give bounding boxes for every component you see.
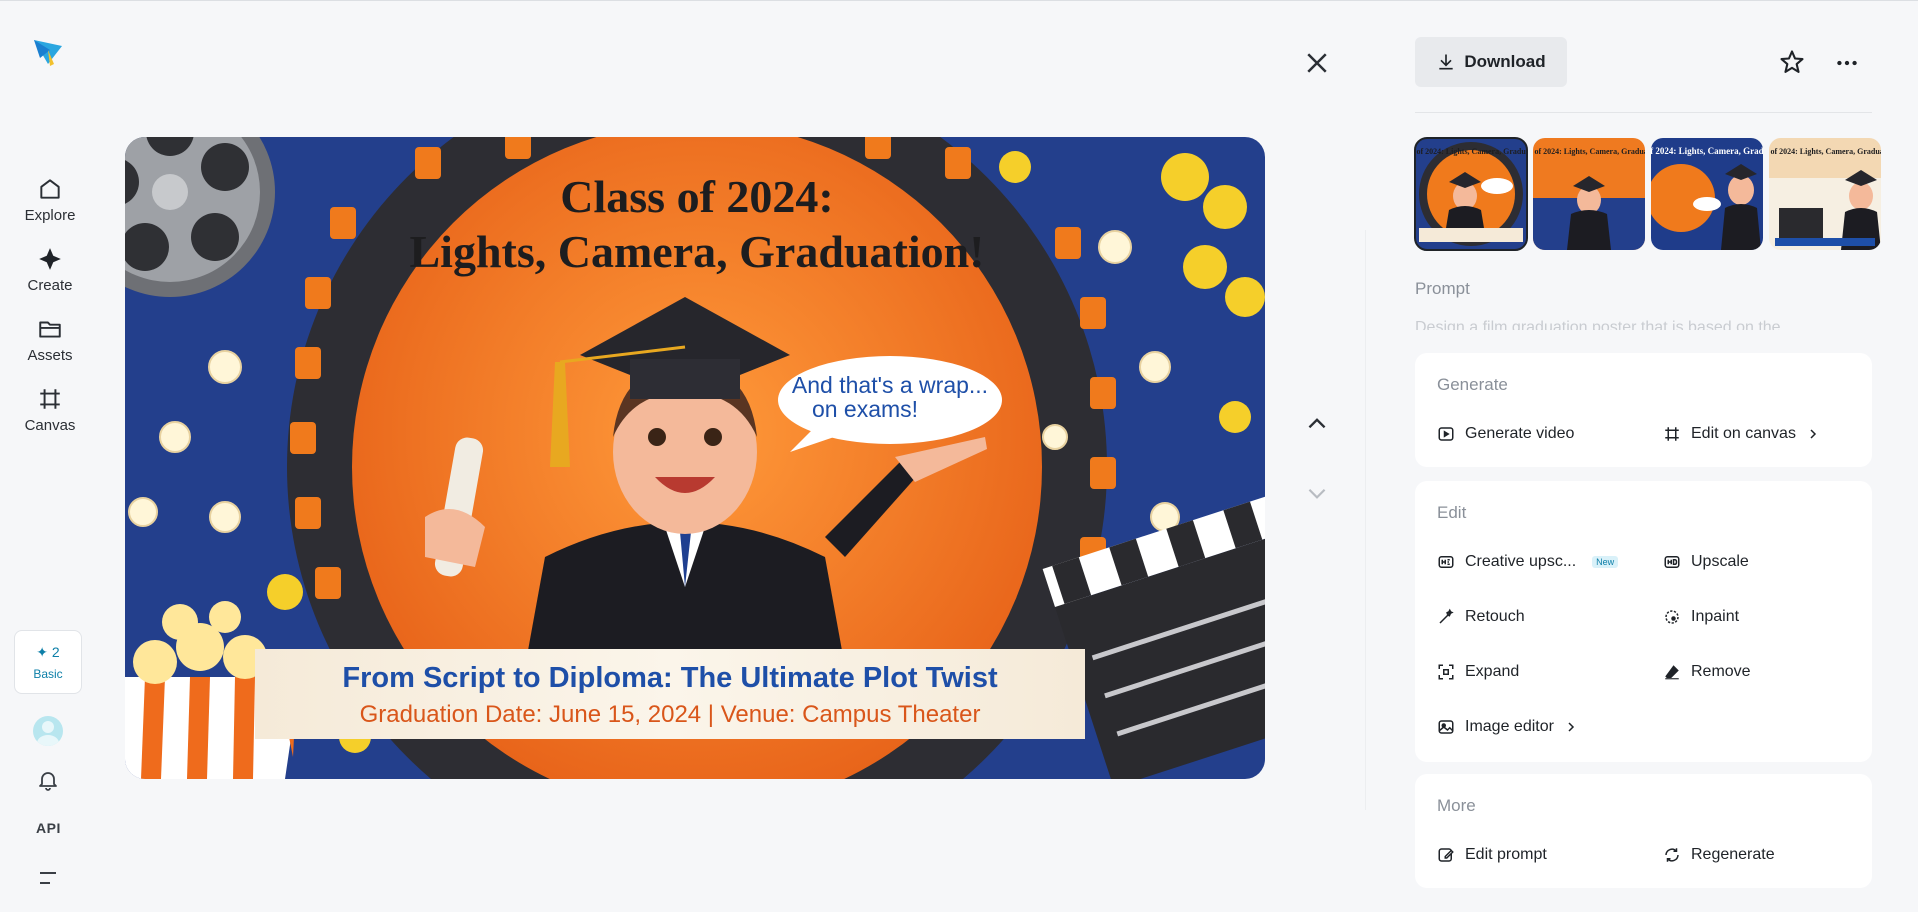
thumbnail-title: Class of 2024: Lights, Camera, Graduatio…: [1533, 147, 1645, 156]
next-image-chevron-down-icon[interactable]: [1304, 480, 1330, 506]
banner-line-1: From Script to Diploma: The Ultimate Plo…: [342, 662, 998, 694]
poster-image: And that's a wrap... on exams! Class of …: [125, 137, 1265, 779]
sidebar-item-label: Explore: [24, 207, 76, 224]
generate-title: Generate: [1437, 375, 1508, 394]
sparkle-small-icon: ✦: [36, 643, 49, 660]
thumbnail-title: Class of 2024: Lights, Camera, Graduatio…: [1651, 146, 1763, 156]
chevron-right-icon: [1810, 429, 1817, 439]
edit-prompt-button[interactable]: Edit prompt: [1437, 846, 1547, 864]
retouch-label: Retouch: [1465, 608, 1525, 625]
expand-label: Expand: [1465, 663, 1520, 680]
retouch-button[interactable]: Retouch: [1437, 608, 1525, 626]
sidebar-item-label: Canvas: [24, 417, 76, 434]
more-title: More: [1437, 796, 1476, 815]
hd-icon: [1664, 556, 1680, 568]
sidebar-item-create[interactable]: Create: [10, 246, 90, 306]
thumbnail-image: Class of 2024: Lights, Camera, Graduatio…: [1415, 138, 1527, 250]
remove-button[interactable]: Remove: [1663, 663, 1751, 681]
creative-upscale-button[interactable]: Creative upsc... New: [1437, 553, 1619, 571]
upscale-button[interactable]: Upscale: [1663, 553, 1749, 571]
canvas-icon: [1665, 427, 1679, 441]
sidebar-item-label: Create: [27, 277, 73, 294]
prompt-label: Prompt: [1415, 279, 1470, 298]
upscale-label: Upscale: [1691, 553, 1749, 570]
bell-icon[interactable]: [36, 768, 60, 792]
star-icon[interactable]: [1778, 48, 1806, 76]
thumbnail-3[interactable]: Class of 2024: Lights, Camera, Graduatio…: [1651, 138, 1763, 250]
generate-video-button[interactable]: Generate video: [1437, 425, 1574, 443]
app-logo-icon[interactable]: [30, 34, 66, 70]
edit-prompt-icon: [1438, 848, 1454, 862]
variant-thumbnails: Class of 2024: Lights, Camera, Graduatio…: [1414, 137, 1881, 251]
poster-title-line2: Lights, Camera, Graduation!: [410, 226, 985, 277]
image-editor-icon: [1438, 720, 1454, 734]
edit-on-canvas-button[interactable]: Edit on canvas: [1663, 425, 1818, 443]
image-editor-button[interactable]: Image editor: [1437, 718, 1576, 736]
plan-label: Basic: [33, 666, 63, 681]
download-label: Download: [1464, 52, 1546, 71]
close-icon[interactable]: [1302, 48, 1332, 78]
speech-line-1: And that's a wrap...: [792, 372, 988, 398]
download-button[interactable]: Download: [1415, 37, 1567, 87]
home-icon: [40, 179, 60, 199]
canvas-icon: [40, 389, 60, 409]
video-icon: [1438, 427, 1454, 441]
edit-on-canvas-label: Edit on canvas: [1691, 425, 1796, 442]
api-link[interactable]: API: [36, 820, 61, 836]
header-divider: [1415, 112, 1872, 113]
poster-title-line1: Class of 2024:: [560, 171, 833, 222]
regenerate-button[interactable]: Regenerate: [1663, 846, 1775, 864]
thumbnail-1[interactable]: Class of 2024: Lights, Camera, Graduatio…: [1414, 137, 1528, 251]
sidebar-item-canvas[interactable]: Canvas: [10, 386, 90, 446]
avatar[interactable]: [33, 716, 63, 746]
prompt-text[interactable]: Design a film graduation poster that is …: [1415, 316, 1872, 330]
sidebar-item-label: Assets: [27, 347, 73, 364]
image-editor-label: Image editor: [1465, 718, 1554, 735]
download-icon: [1439, 54, 1454, 70]
credits-badge[interactable]: ✦ 2 Basic: [14, 630, 82, 694]
creative-upscale-icon: [1438, 556, 1454, 568]
retouch-wand-icon: [1439, 608, 1454, 624]
thumbnail-image: Class of 2024: Lights, Camera, Graduatio…: [1769, 138, 1881, 250]
thumbnail-title: Class of 2024: Lights, Camera, Graduatio…: [1769, 147, 1881, 156]
new-badge: New: [1592, 556, 1619, 568]
sidebar-item-assets[interactable]: Assets: [10, 316, 90, 376]
credit-count: 2: [51, 643, 60, 660]
regenerate-icon: [1665, 848, 1679, 862]
generate-card: Generate Generate video Edit on canvas: [1415, 353, 1872, 467]
regenerate-label: Regenerate: [1691, 846, 1775, 863]
eraser-icon: [1665, 665, 1679, 680]
left-sidebar: Explore Create Assets Canvas ✦ 2 Basic A…: [0, 0, 100, 912]
edit-title: Edit: [1437, 503, 1467, 522]
top-border: [0, 0, 1918, 1]
generate-video-label: Generate video: [1465, 425, 1575, 442]
thumbnail-image: Class of 2024: Lights, Camera, Graduatio…: [1533, 138, 1645, 250]
sparkle-icon: [39, 248, 61, 270]
folder-icon: [39, 321, 61, 338]
edit-prompt-label: Edit prompt: [1465, 846, 1547, 863]
inpaint-icon: [1665, 610, 1679, 624]
remove-label: Remove: [1691, 663, 1751, 680]
thumbnail-4[interactable]: Class of 2024: Lights, Camera, Graduatio…: [1769, 138, 1881, 250]
expand-icon: [1438, 664, 1454, 680]
expand-button[interactable]: Expand: [1437, 663, 1519, 681]
thumbnail-image: Class of 2024: Lights, Camera, Graduatio…: [1651, 138, 1763, 250]
more-options-icon[interactable]: [1834, 50, 1860, 76]
thumbnail-2[interactable]: Class of 2024: Lights, Camera, Graduatio…: [1533, 138, 1645, 250]
inpaint-label: Inpaint: [1691, 608, 1740, 625]
menu-icon[interactable]: [38, 870, 58, 886]
poster-artwork: And that's a wrap... on exams! Class of …: [125, 137, 1265, 779]
creative-upscale-label: Creative upsc...: [1465, 553, 1577, 570]
thumbnail-title: Class of 2024: Lights, Camera, Graduatio…: [1415, 147, 1527, 156]
chevron-right-icon: [1568, 722, 1574, 732]
previous-image-chevron-up-icon[interactable]: [1304, 410, 1330, 436]
more-card: More Edit prompt Regenerate: [1415, 774, 1872, 888]
inpaint-button[interactable]: Inpaint: [1663, 608, 1739, 626]
sidebar-item-explore[interactable]: Explore: [10, 176, 90, 236]
panel-divider: [1365, 230, 1366, 810]
speech-line-2: on exams!: [812, 396, 918, 422]
banner-line-2: Graduation Date: June 15, 2024 | Venue: …: [360, 701, 981, 728]
edit-card: Edit Creative upsc... New Upscale Retouc…: [1415, 481, 1872, 762]
